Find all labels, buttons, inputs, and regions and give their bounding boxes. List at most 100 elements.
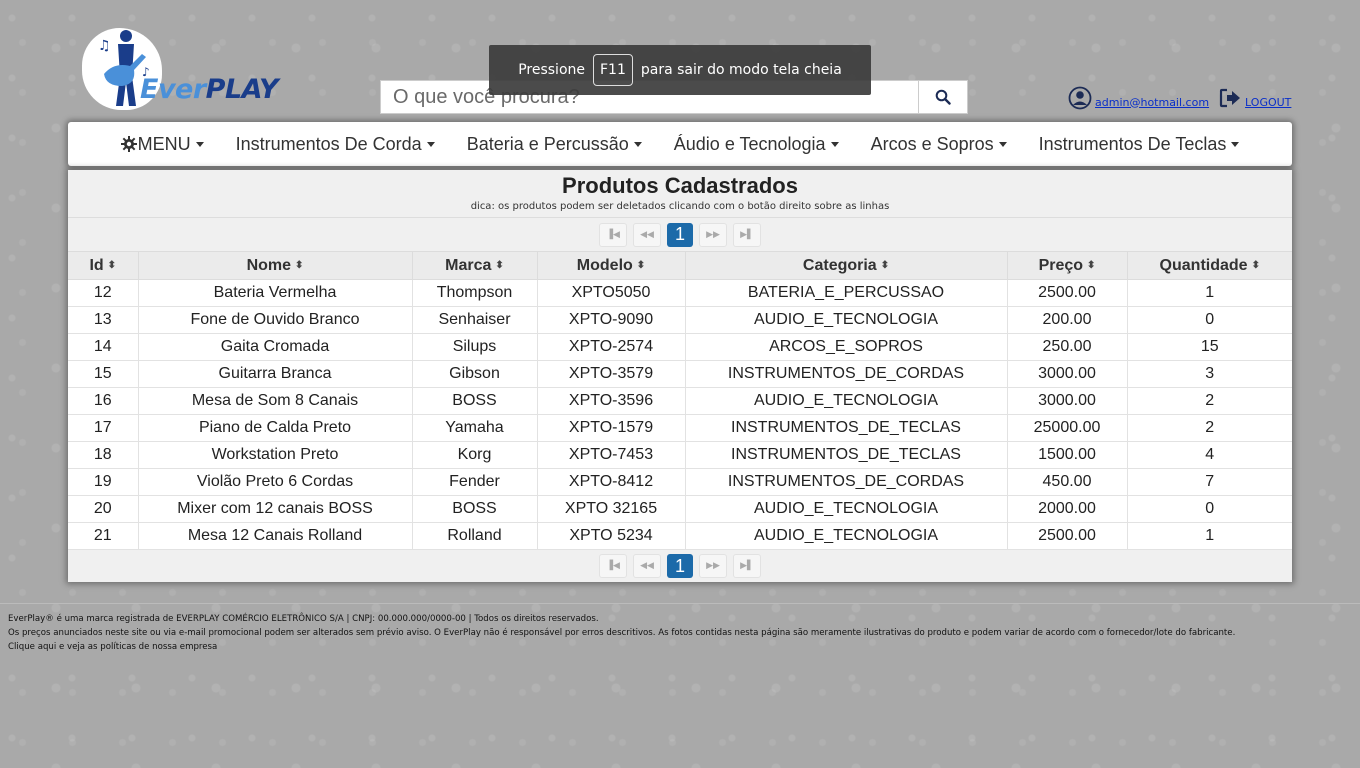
nav-item-label: Arcos e Sopros — [870, 133, 994, 154]
table-cell-marca: Senhaiser — [412, 306, 538, 334]
footer-policies-link[interactable]: Clique aqui e veja as políticas de nossa… — [8, 642, 217, 652]
nav-arcos-e-sopros[interactable]: Arcos e Sopros — [855, 134, 1023, 155]
svg-text:♫: ♫ — [98, 38, 111, 54]
user-email-link[interactable]: admin@hotmail.com — [1095, 96, 1209, 109]
nav-instrumentos-de-teclas[interactable]: Instrumentos De Teclas — [1023, 134, 1256, 155]
table-cell-modelo: XPTO 32165 — [537, 495, 686, 523]
search-icon — [935, 89, 951, 105]
table-cell-marca: BOSS — [412, 495, 538, 523]
table-cell-marca: Silups — [412, 333, 538, 361]
table-row[interactable]: 13 Fone de Ouvido Branco Senhaiser XPTO-909… — [68, 306, 1292, 334]
table-cell-quantidade: 7 — [1127, 468, 1292, 496]
nav-menu[interactable]: MENU — [105, 134, 220, 155]
fullscreen-notice: Pressione F11 para sair do modo tela che… — [489, 45, 871, 95]
everplay-logo[interactable]: ♫ ♪ EverPLAY — [74, 20, 279, 112]
table-row[interactable]: 17 Piano de Calda Preto Yamaha XPTO-1579 INS… — [68, 414, 1292, 442]
table-cell-nome: Mesa de Som 8 Canais — [138, 387, 413, 415]
footer-disclaimer: Os preços anunciados neste site ou via e… — [8, 628, 1236, 638]
last-page-button[interactable]: ▶▌ — [733, 554, 761, 578]
table-cell-id: 13 — [68, 306, 139, 334]
table-row[interactable]: 16 Mesa de Som 8 Canais BOSS XPTO-3596 AUDIO… — [68, 387, 1292, 415]
table-cell-quantidade: 4 — [1127, 441, 1292, 469]
table-cell-categoria: ARCOS_E_SOPROS — [685, 333, 1008, 361]
sort-icon: ⬍ — [1087, 259, 1096, 271]
table-cell-id: 16 — [68, 387, 139, 415]
table-cell-modelo: XPTO-7453 — [537, 441, 686, 469]
table-cell-id: 18 — [68, 441, 139, 469]
search-button[interactable] — [918, 80, 968, 114]
table-cell-nome: Gaita Cromada — [138, 333, 413, 361]
table-row[interactable]: 20 Mixer com 12 canais BOSS BOSS XPTO 32165… — [68, 495, 1292, 523]
table-cell-id: 17 — [68, 414, 139, 442]
table-cell-id: 19 — [68, 468, 139, 496]
column-header-categoria[interactable]: Categoria ⬍ — [685, 251, 1008, 280]
next-page-button[interactable]: ▶▶ — [699, 222, 727, 247]
column-header-nome[interactable]: Nome ⬍ — [138, 251, 413, 280]
page-number-button[interactable]: 1 — [667, 222, 693, 247]
table-cell-modelo: XPTO-8412 — [537, 468, 686, 496]
table-cell-modelo: XPTO-2574 — [537, 333, 686, 361]
table-header-row: Id ⬍ Nome ⬍ Marca ⬍ Modelo ⬍ Categoria ⬍ Preç… — [68, 251, 1292, 280]
chevron-down-icon — [998, 141, 1007, 147]
table-row[interactable]: 15 Guitarra Branca Gibson XPTO-3579 INSTRUME… — [68, 360, 1292, 388]
fullscreen-notice-after: para sair do modo tela cheia — [640, 62, 842, 78]
table-cell-preco: 3000.00 — [1007, 360, 1128, 388]
table-cell-marca: Rolland — [412, 522, 538, 550]
column-header-quantidade[interactable]: Quantidade ⬍ — [1127, 251, 1292, 280]
table-cell-categoria: INSTRUMENTOS_DE_TECLAS — [685, 441, 1008, 469]
f11-key: F11 — [593, 54, 633, 86]
table-cell-quantidade: 2 — [1127, 387, 1292, 415]
sort-icon: ⬍ — [880, 259, 890, 271]
table-cell-categoria: BATERIA_E_PERCUSSAO — [685, 279, 1008, 307]
products-table: Id ⬍ Nome ⬍ Marca ⬍ Modelo ⬍ Categoria ⬍ Preç… — [68, 251, 1292, 550]
panel-header: Produtos Cadastrados dica: os produtos p… — [68, 170, 1292, 218]
table-cell-categoria: INSTRUMENTOS_DE_CORDAS — [685, 468, 1008, 496]
chevron-down-icon — [633, 141, 642, 147]
nav-bateria-e-percussao[interactable]: Bateria e Percussão — [451, 134, 658, 155]
table-cell-modelo: XPTO-9090 — [537, 306, 686, 334]
table-row[interactable]: 18 Workstation Preto Korg XPTO-7453 INSTRUME… — [68, 441, 1292, 469]
prev-page-button[interactable]: ◀◀ — [633, 554, 661, 578]
table-cell-id: 20 — [68, 495, 139, 523]
table-row[interactable]: 19 Violão Preto 6 Cordas Fender XPTO-8412 IN… — [68, 468, 1292, 496]
table-cell-marca: Thompson — [412, 279, 538, 307]
first-page-button[interactable]: ▐◀ — [599, 554, 627, 578]
table-cell-marca: BOSS — [412, 387, 538, 415]
table-cell-marca: Fender — [412, 468, 538, 496]
prev-page-button[interactable]: ◀◀ — [633, 222, 661, 247]
paginator-bottom: ▐◀ ◀◀ 1 ▶▶ ▶▌ — [68, 550, 1292, 582]
table-cell-modelo: XPTO-3596 — [537, 387, 686, 415]
table-cell-preco: 250.00 — [1007, 333, 1128, 361]
nav-audio-e-tecnologia[interactable]: Áudio e Tecnologia — [658, 134, 855, 155]
table-row[interactable]: 12 Bateria Vermelha Thompson XPTO5050 BATERI… — [68, 279, 1292, 307]
table-cell-nome: Bateria Vermelha — [138, 279, 413, 307]
sort-icon: ⬍ — [1251, 259, 1260, 271]
column-header-modelo[interactable]: Modelo ⬍ — [537, 251, 686, 280]
table-cell-categoria: INSTRUMENTOS_DE_CORDAS — [685, 360, 1008, 388]
table-row[interactable]: 21 Mesa 12 Canais Rolland Rolland XPTO 5234… — [68, 522, 1292, 550]
header: ♫ ♪ EverPLAY Pressione F11 para sair do … — [0, 0, 1360, 120]
table-cell-quantidade: 15 — [1127, 333, 1292, 361]
logout-icon[interactable] — [1219, 88, 1241, 108]
column-header-id[interactable]: Id ⬍ — [68, 251, 139, 280]
table-row[interactable]: 14 Gaita Cromada Silups XPTO-2574 ARCOS_E_SO… — [68, 333, 1292, 361]
column-header-marca[interactable]: Marca ⬍ — [412, 251, 538, 280]
chevron-down-icon — [426, 141, 435, 147]
page-number-button[interactable]: 1 — [667, 554, 693, 578]
nav-instrumentos-de-corda[interactable]: Instrumentos De Corda — [220, 134, 451, 155]
chevron-down-icon — [830, 141, 839, 147]
logout-link[interactable]: LOGOUT — [1245, 96, 1291, 109]
table-cell-marca: Korg — [412, 441, 538, 469]
table-cell-preco: 3000.00 — [1007, 387, 1128, 415]
column-header-preco[interactable]: Preço ⬍ — [1007, 251, 1128, 280]
products-panel: Produtos Cadastrados dica: os produtos p… — [68, 170, 1292, 582]
table-cell-nome: Guitarra Branca — [138, 360, 413, 388]
gear-icon — [120, 136, 137, 152]
table-cell-modelo: XPTO 5234 — [537, 522, 686, 550]
first-page-button[interactable]: ▐◀ — [599, 222, 627, 247]
table-cell-preco: 1500.00 — [1007, 441, 1128, 469]
sort-icon: ⬍ — [107, 259, 117, 271]
table-cell-modelo: XPTO-1579 — [537, 414, 686, 442]
next-page-button[interactable]: ▶▶ — [699, 554, 727, 578]
last-page-button[interactable]: ▶▌ — [733, 222, 761, 247]
